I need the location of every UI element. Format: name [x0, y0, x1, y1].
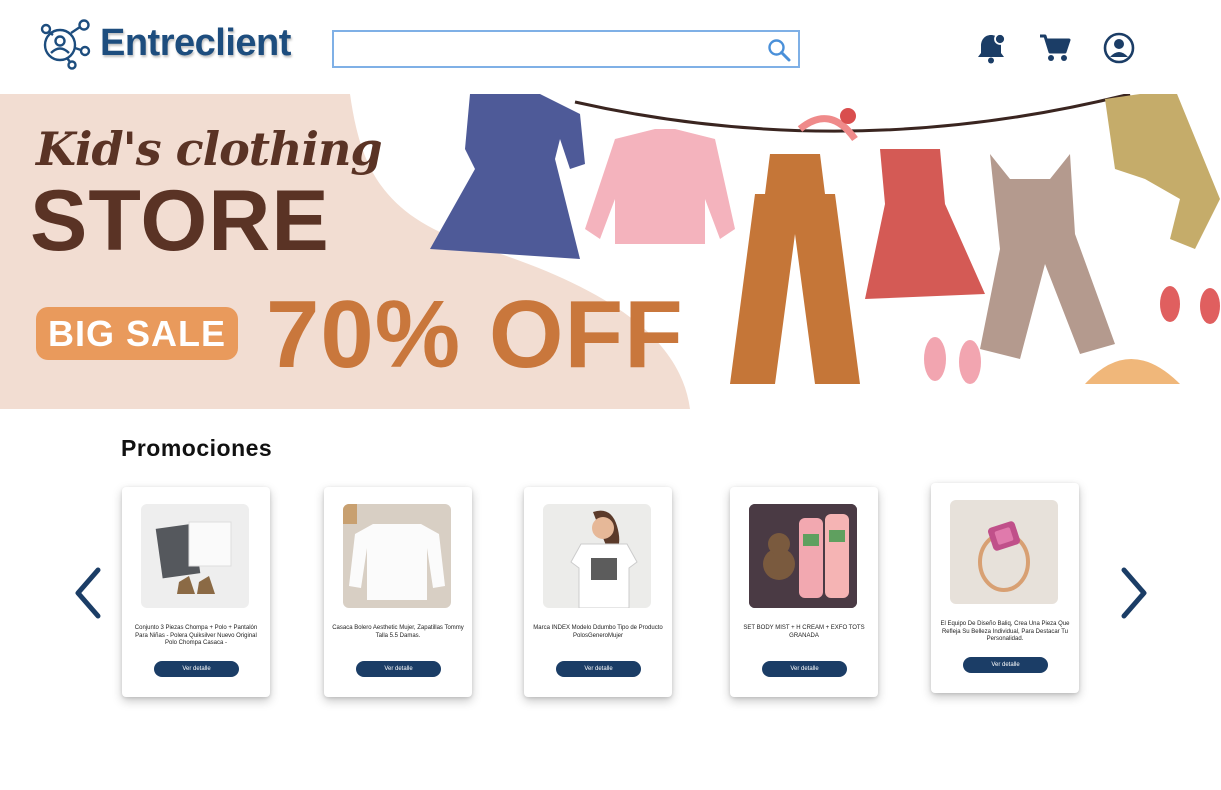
discount-text: 70% OFF: [266, 281, 684, 388]
product-image: [749, 504, 857, 608]
banner-headline: Kid's clothing: [36, 122, 383, 176]
search-icon[interactable]: [766, 37, 792, 63]
view-detail-button[interactable]: Ver detalle: [154, 661, 239, 677]
brand-name: Entreclient: [100, 21, 291, 64]
product-card[interactable]: Conjunto 3 Piezas Chompa + Polo + Pantal…: [122, 487, 270, 697]
notification-bell-icon[interactable]: [974, 31, 1008, 65]
product-image: [343, 504, 451, 608]
view-detail-button[interactable]: Ver detalle: [762, 661, 847, 677]
carousel-prev-arrow[interactable]: [70, 566, 106, 620]
promotions-title: Promociones: [121, 435, 273, 461]
user-account-icon[interactable]: [1102, 31, 1136, 65]
product-description: Marca INDEX Modelo Ddumbo Tipo de Produc…: [533, 625, 663, 639]
big-sale-badge: BIG SALE: [36, 307, 238, 360]
product-card[interactable]: SET BODY MIST + H CREAM + EXFO TOTS GRAN…: [730, 487, 878, 697]
product-description: SET BODY MIST + H CREAM + EXFO TOTS GRAN…: [743, 625, 865, 639]
banner-store: STORE: [30, 173, 330, 269]
search-input[interactable]: [334, 32, 754, 66]
carousel-next-arrow[interactable]: [1116, 566, 1152, 620]
hero-banner[interactable]: Kid's clothing STORE BIG SALE 70% OFF: [0, 94, 1221, 409]
view-detail-button[interactable]: Ver detalle: [963, 657, 1048, 673]
header: Entreclient: [0, 0, 1221, 94]
search-bar: [332, 30, 800, 68]
brand-logo[interactable]: Entreclient: [38, 14, 308, 72]
product-card[interactable]: El Equipo De Diseño Baliq, Crea Una Piez…: [931, 483, 1079, 693]
shopping-cart-icon[interactable]: [1038, 31, 1072, 65]
product-description: Conjunto 3 Piezas Chompa + Polo + Pantal…: [134, 625, 258, 646]
product-card[interactable]: Marca INDEX Modelo Ddumbo Tipo de Produc…: [524, 487, 672, 697]
product-card[interactable]: Casaca Bolero Aesthetic Mujer, Zapatilla…: [324, 487, 472, 697]
view-detail-button[interactable]: Ver detalle: [556, 661, 641, 677]
product-description: Casaca Bolero Aesthetic Mujer, Zapatilla…: [332, 625, 464, 639]
product-image: [543, 504, 651, 608]
product-image: [950, 500, 1058, 604]
network-user-icon: [40, 19, 91, 70]
product-image: [141, 504, 249, 608]
view-detail-button[interactable]: Ver detalle: [356, 661, 441, 677]
product-description: El Equipo De Diseño Baliq, Crea Una Piez…: [940, 621, 1070, 642]
